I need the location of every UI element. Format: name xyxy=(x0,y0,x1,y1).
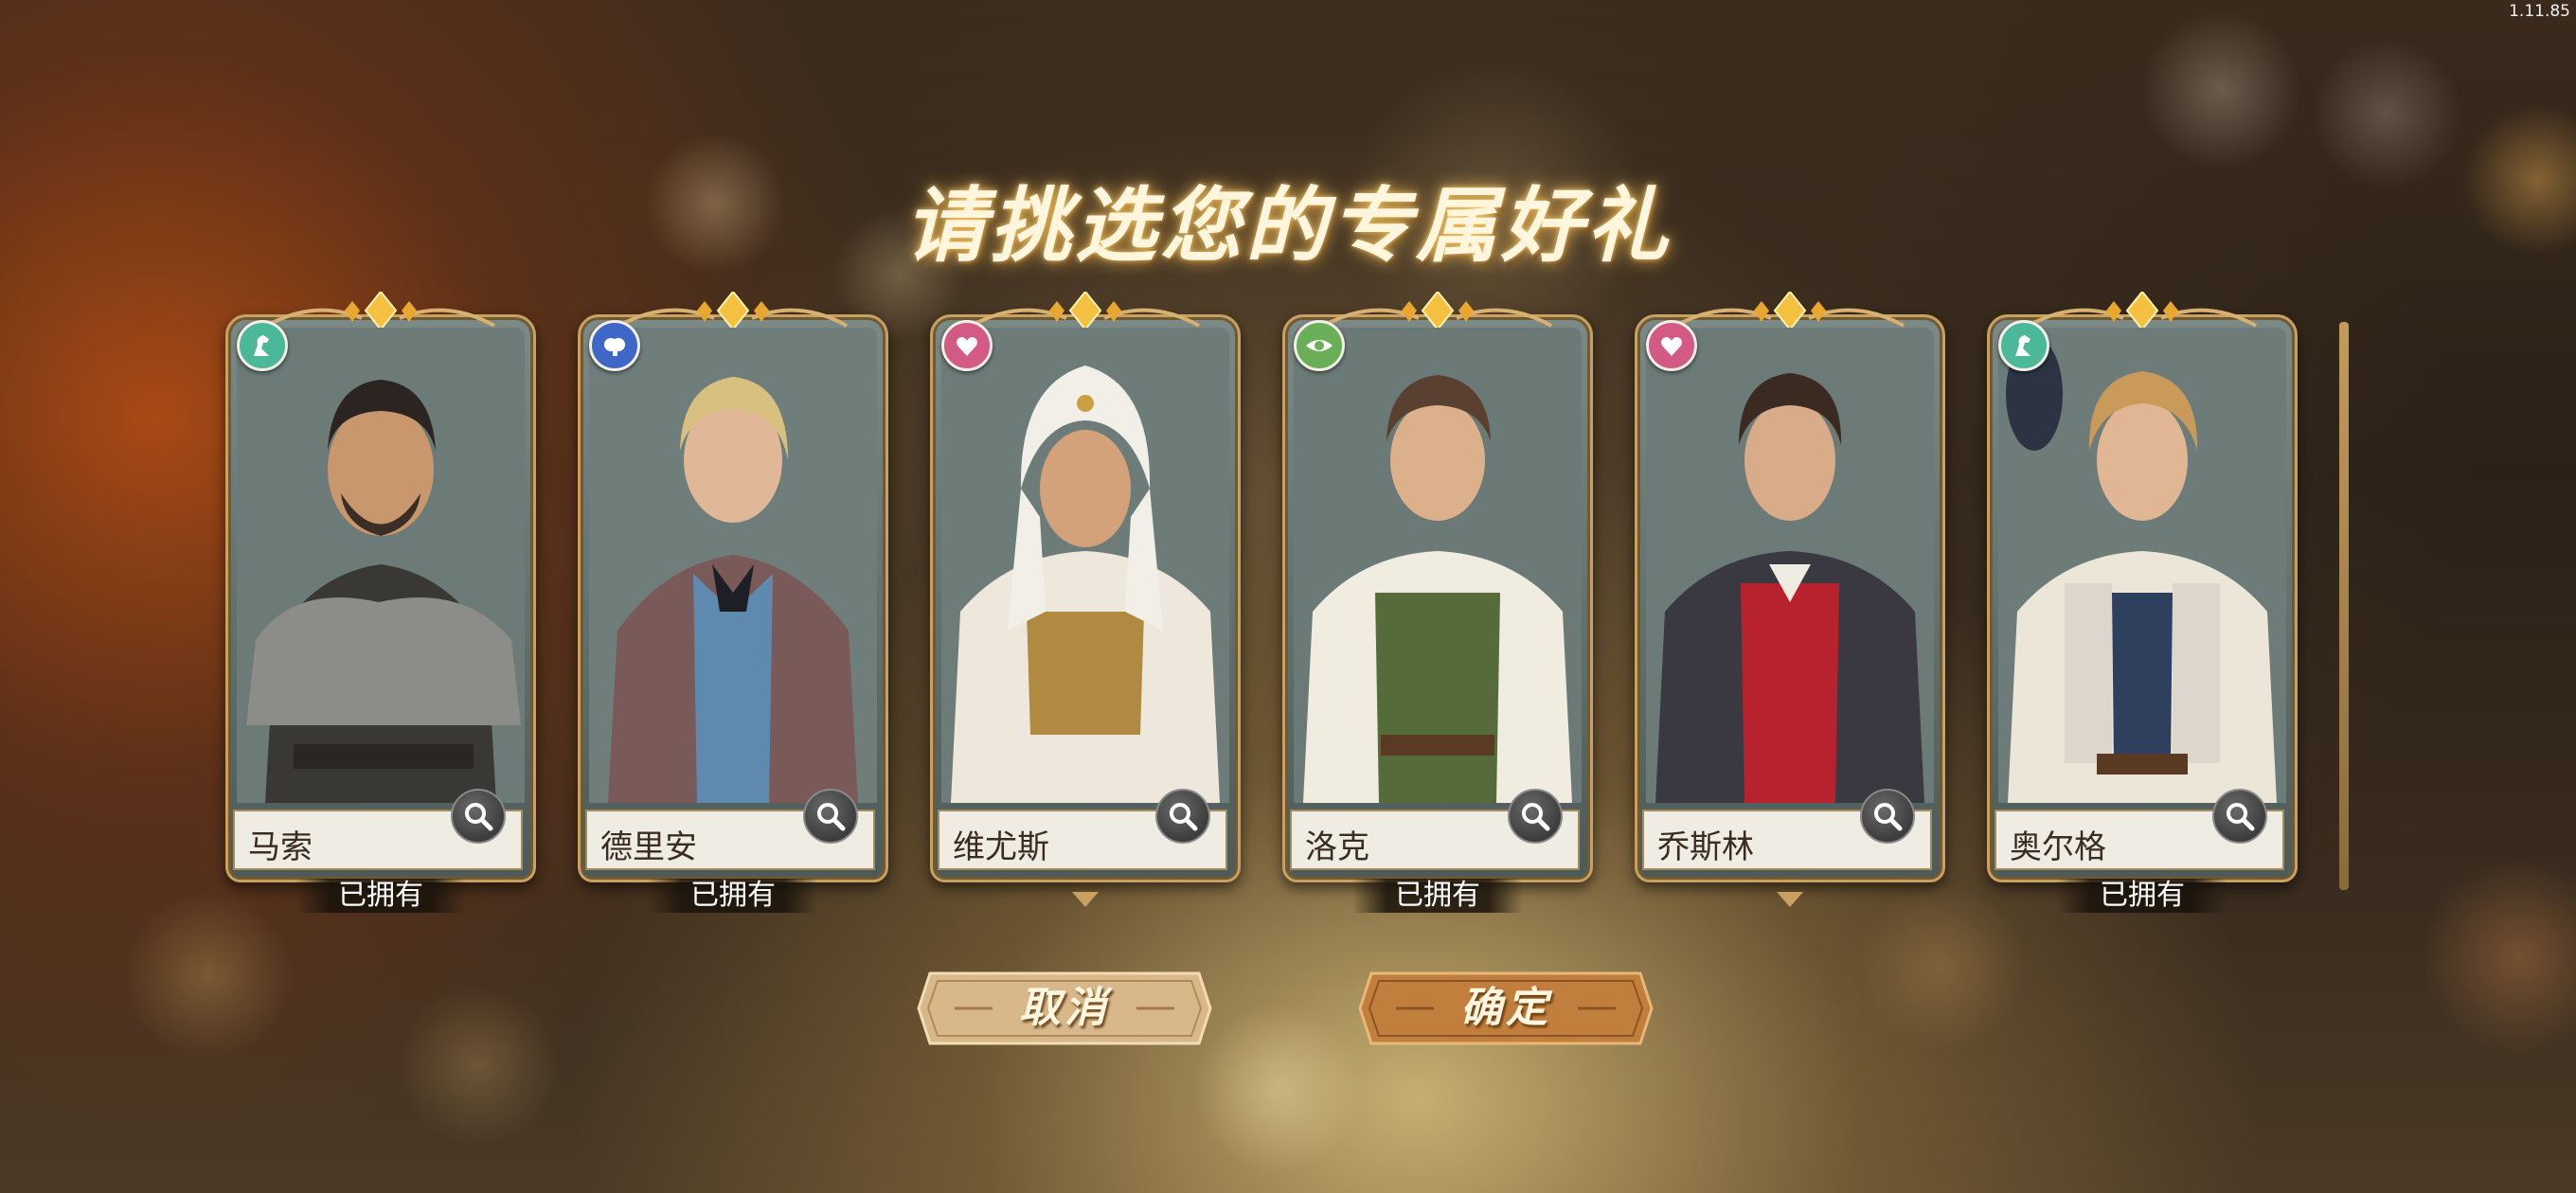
card-tip-icon xyxy=(1777,892,1803,907)
confirm-button-label: 确定 xyxy=(1460,984,1551,1032)
version-label: 1.11.85 xyxy=(2509,2,2570,21)
zoom-button[interactable] xyxy=(1860,789,1915,844)
zoom-button[interactable] xyxy=(2212,789,2267,844)
owned-status: 已拥有 xyxy=(295,879,466,913)
name-bar: 洛克 xyxy=(1290,789,1580,870)
class-badge xyxy=(1646,320,1697,371)
name-bar: 乔斯林 xyxy=(1642,789,1932,870)
gift-selection-screen: 1.11.85 请挑选您的专属好礼 马索 已拥有 德里安 已拥有 维尤斯 洛克 … xyxy=(0,0,2576,1193)
class-badge xyxy=(1998,320,2049,371)
page-title: 请挑选您的专属好礼 xyxy=(904,178,1672,274)
bokeh-light xyxy=(398,985,559,1146)
eye-icon xyxy=(1306,340,1333,351)
zoom-button[interactable] xyxy=(451,789,506,844)
horse-icon xyxy=(2015,335,2030,356)
confirm-button[interactable]: 确定 xyxy=(1358,970,1654,1047)
brain-icon xyxy=(604,338,625,356)
zoom-button[interactable] xyxy=(1155,789,1210,844)
zoom-button[interactable] xyxy=(1508,789,1563,844)
class-badge xyxy=(1294,320,1345,371)
character-name: 奥尔格 xyxy=(2010,828,2106,866)
name-bar: 奥尔格 xyxy=(1995,789,2284,870)
character-portrait xyxy=(1646,328,1934,803)
character-card[interactable]: 乔斯林 xyxy=(1635,275,1945,907)
bokeh-light xyxy=(2424,852,2576,1060)
character-portrait xyxy=(941,328,1229,803)
rank-crest-icon xyxy=(971,292,1200,329)
character-portrait xyxy=(237,328,525,803)
search-icon xyxy=(2227,803,2255,831)
rank-crest-icon xyxy=(266,292,495,329)
character-card[interactable]: 维尤斯 xyxy=(930,275,1241,907)
character-card[interactable]: 奥尔格 已拥有 xyxy=(1987,275,2298,913)
rank-crest-icon xyxy=(618,292,848,329)
search-icon xyxy=(1522,803,1550,831)
bokeh-light xyxy=(1193,1004,1364,1174)
character-name: 德里安 xyxy=(600,828,697,866)
character-portrait xyxy=(589,328,877,803)
character-card[interactable]: 德里安 已拥有 xyxy=(578,275,888,913)
owned-status: 已拥有 xyxy=(648,879,818,913)
heart-icon xyxy=(1661,337,1682,356)
search-icon xyxy=(1170,803,1198,831)
character-card[interactable]: 洛克 已拥有 xyxy=(1282,275,1593,913)
character-portrait xyxy=(1294,328,1582,803)
character-name: 洛克 xyxy=(1305,828,1369,866)
rank-crest-icon xyxy=(2028,292,2257,329)
character-name: 维尤斯 xyxy=(953,828,1049,866)
character-name: 马索 xyxy=(248,828,313,866)
next-card-edge xyxy=(2339,322,2349,890)
card-tip-icon xyxy=(1072,892,1099,907)
rank-crest-icon xyxy=(1675,292,1905,329)
horse-icon xyxy=(254,335,269,356)
search-icon xyxy=(465,803,493,831)
cancel-button[interactable]: 取消 xyxy=(917,970,1212,1047)
bokeh-light xyxy=(2140,9,2301,170)
character-card[interactable]: 马索 已拥有 xyxy=(225,275,536,913)
owned-status: 已拥有 xyxy=(1352,879,1523,913)
name-bar: 德里安 xyxy=(585,789,875,870)
class-badge xyxy=(237,320,288,371)
name-bar: 维尤斯 xyxy=(938,789,1227,870)
rank-crest-icon xyxy=(1323,292,1552,329)
owned-status: 已拥有 xyxy=(2057,879,2227,913)
bokeh-light xyxy=(123,890,294,1060)
search-icon xyxy=(1874,803,1903,831)
heart-icon xyxy=(957,337,977,356)
search-icon xyxy=(817,803,846,831)
cancel-button-label: 取消 xyxy=(1019,984,1110,1032)
character-portrait xyxy=(1998,328,2286,803)
character-name: 乔斯林 xyxy=(1657,828,1754,866)
zoom-button[interactable] xyxy=(803,789,858,844)
name-bar: 马索 xyxy=(233,789,523,870)
class-badge xyxy=(941,320,993,371)
class-badge xyxy=(589,320,640,371)
